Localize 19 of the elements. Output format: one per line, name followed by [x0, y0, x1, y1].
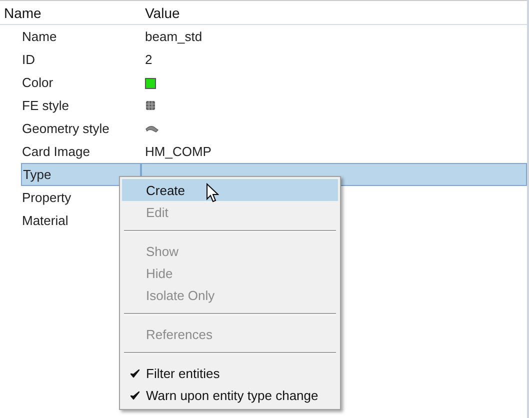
property-value: 2: [145, 52, 152, 67]
property-name[interactable]: ID: [0, 48, 141, 71]
column-header[interactable]: Name: [0, 4, 143, 20]
menu-item[interactable]: Filter entities: [122, 362, 338, 384]
menu-item[interactable]: Create: [122, 179, 338, 201]
property-name[interactable]: FE style: [0, 94, 141, 117]
mouse-pointer-icon: [206, 183, 219, 203]
color-swatch[interactable]: [145, 78, 156, 88]
property-value: beam_std: [145, 29, 202, 44]
property-name[interactable]: Geometry style: [0, 117, 141, 140]
menu-item[interactable]: Warn upon entity type change: [122, 384, 338, 406]
curved-surface-icon[interactable]: [145, 124, 159, 132]
property-name[interactable]: Card Image: [0, 140, 141, 163]
property-name[interactable]: Type: [21, 163, 141, 186]
mesh-cube-icon[interactable]: [145, 100, 156, 111]
property-name[interactable]: Name: [0, 25, 141, 48]
column-header[interactable]: Value: [143, 4, 180, 20]
property-value: HM_COMP: [145, 144, 212, 159]
property-name[interactable]: Color: [0, 71, 141, 94]
